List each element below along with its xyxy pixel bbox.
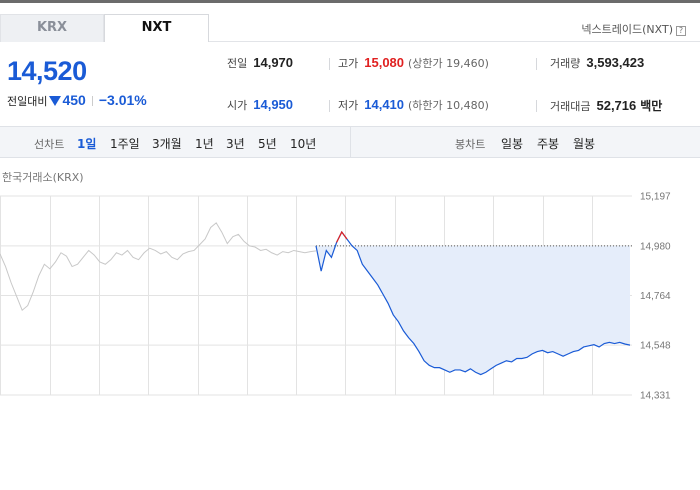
- candle-chart-label: 봉차트: [455, 138, 486, 151]
- line-chart-label: 선차트: [34, 138, 65, 151]
- nextrade-link[interactable]: 넥스트레이드(NXT)?: [581, 21, 686, 37]
- price-stats: 전일 14,970 고가 15,080 (상한가 19,460) 거래량 3,593,4…: [209, 42, 700, 126]
- down-triangle-icon: [49, 96, 62, 106]
- y-axis-labels: 15,197 14,980 14,764 14,548 14,331: [640, 192, 671, 401]
- divider: [329, 100, 330, 112]
- price-summary: 14,520 전일대비 450 −3.01%: [0, 42, 209, 126]
- stat-value: 14,410: [364, 97, 405, 112]
- y-axis-tick-label: 15,197: [640, 192, 671, 203]
- period-3y[interactable]: 3년: [226, 135, 245, 152]
- stat-label: 거래대금: [550, 100, 591, 113]
- divider: [536, 100, 537, 112]
- candle-daily[interactable]: 일봉: [501, 135, 523, 152]
- period-3m[interactable]: 3개월: [152, 135, 182, 152]
- period-5y[interactable]: 5년: [258, 135, 277, 152]
- top-border: [0, 0, 700, 3]
- period-1w[interactable]: 1주일: [110, 135, 140, 152]
- tab-krx[interactable]: KRX: [0, 14, 104, 42]
- y-axis-tick-label: 14,980: [640, 241, 671, 252]
- change-amount: 450: [62, 92, 86, 108]
- period-1d[interactable]: 1일: [77, 135, 96, 152]
- upper-limit: (상한가 19,460): [408, 57, 489, 70]
- stat-label: 고가: [338, 57, 359, 70]
- current-price: 14,520: [7, 56, 87, 86]
- stat-amount: 거래대금 52,716 백만: [550, 97, 662, 114]
- stat-label: 전일: [227, 57, 248, 70]
- stat-value: 14,950: [253, 97, 294, 112]
- intraday-chart[interactable]: 15,197 14,980 14,764 14,548 14,331: [0, 180, 700, 400]
- lower-limit: (하한가 10,480): [408, 99, 489, 112]
- change-row: 전일대비 450 −3.01%: [7, 92, 147, 109]
- prior-session-line: [0, 222, 317, 312]
- candle-monthly[interactable]: 월봉: [573, 135, 595, 152]
- stat-low: 저가 14,410 (하한가 10,480): [338, 97, 489, 113]
- change-label: 전일대비: [7, 95, 48, 108]
- help-icon[interactable]: ?: [676, 26, 686, 36]
- candle-weekly[interactable]: 주봉: [537, 135, 559, 152]
- stat-value: 15,080: [364, 55, 405, 70]
- change-percent: −3.01%: [98, 92, 147, 108]
- chart-period-bar: 선차트 1일 1주일 3개월 1년 3년 5년 10년 봉차트 일봉 주봉 월봉: [0, 126, 700, 158]
- stat-high: 고가 15,080 (상한가 19,460): [338, 55, 489, 71]
- stat-prev-close: 전일 14,970: [227, 55, 293, 71]
- divider: [536, 58, 537, 70]
- divider: [91, 96, 93, 106]
- period-10y[interactable]: 10년: [290, 135, 316, 152]
- stat-label: 거래량: [550, 57, 581, 70]
- stat-value: 3,593,423: [586, 55, 645, 70]
- period-1y[interactable]: 1년: [195, 135, 214, 152]
- y-axis-tick-label: 14,548: [640, 341, 671, 352]
- divider: [350, 127, 351, 157]
- stat-label: 시가: [227, 99, 248, 112]
- stat-label: 저가: [338, 99, 359, 112]
- stat-open: 시가 14,950: [227, 97, 293, 113]
- divider: [329, 58, 330, 70]
- stat-volume: 거래량 3,593,423: [550, 55, 644, 71]
- stat-value: 52,716: [596, 98, 637, 113]
- stat-unit: 백만: [640, 99, 663, 113]
- stat-value: 14,970: [253, 55, 294, 70]
- y-axis-tick-label: 14,331: [640, 391, 671, 401]
- tab-nxt[interactable]: NXT: [104, 14, 209, 42]
- y-axis-tick-label: 14,764: [640, 291, 671, 302]
- nextrade-link-label[interactable]: 넥스트레이드(NXT): [581, 23, 673, 36]
